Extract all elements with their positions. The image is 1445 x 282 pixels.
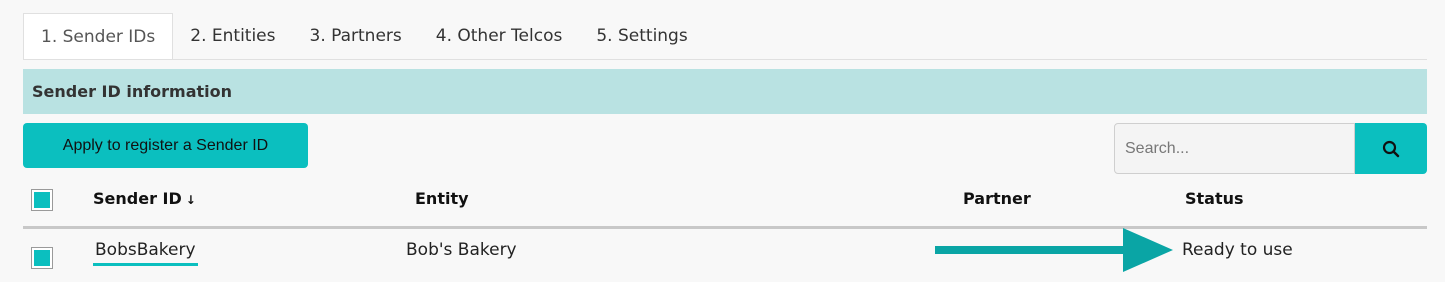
section-title: Sender ID information [32,82,233,101]
tab-divider [23,59,1427,60]
table-header-divider [23,226,1427,229]
tab-bar: 1. Sender IDs 2. Entities 3. Partners 4.… [23,13,705,59]
search-button[interactable] [1355,123,1427,174]
sender-id-link[interactable]: BobsBakery [93,240,198,266]
sender-id-cell[interactable]: BobsBakery [93,240,198,266]
sort-down-icon[interactable]: ↓ [186,193,196,207]
search-input[interactable] [1114,123,1355,174]
apply-register-sender-id-button[interactable]: Apply to register a Sender ID [23,123,308,168]
select-all-checkbox[interactable] [32,190,52,210]
tab-other-telcos[interactable]: 4. Other Telcos [419,13,580,59]
search-icon [1382,140,1400,157]
tab-partners[interactable]: 3. Partners [293,13,419,59]
column-header-status[interactable]: Status [1185,189,1244,208]
tab-settings[interactable]: 5. Settings [579,13,704,59]
column-header-sender-id-label: Sender ID [93,189,182,208]
column-header-partner[interactable]: Partner [963,189,1031,208]
row-checkbox[interactable] [32,248,52,268]
entity-cell: Bob's Bakery [406,240,517,260]
column-header-entity[interactable]: Entity [415,189,469,208]
arrow-right-icon [935,228,1173,272]
tab-entities[interactable]: 2. Entities [173,13,292,59]
column-header-sender-id[interactable]: Sender ID ↓ [93,189,196,208]
tab-sender-ids[interactable]: 1. Sender IDs [23,13,174,59]
section-header: Sender ID information [23,69,1427,114]
status-cell: Ready to use [1182,240,1293,260]
